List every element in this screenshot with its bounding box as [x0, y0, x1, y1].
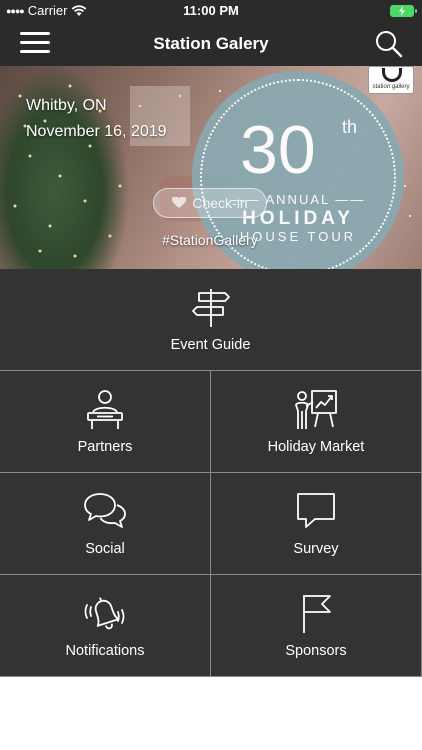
page-title: Station Galery	[153, 34, 269, 53]
hashtag-label: #StationGallery	[162, 232, 258, 248]
heart-icon	[172, 197, 187, 208]
signpost-icon	[191, 287, 231, 334]
station-gallery-logo: station gallery	[368, 66, 414, 94]
notifications-tile[interactable]: Notifications	[0, 575, 211, 677]
event-date: November 16, 2019	[26, 123, 167, 140]
battery-icon	[390, 5, 417, 17]
badge-suffix: th	[342, 117, 358, 137]
social-tile[interactable]: Social	[0, 473, 211, 575]
status-time: 11:00 PM	[183, 3, 239, 18]
sponsors-tile[interactable]: Sponsors	[211, 575, 422, 677]
hero-banner: Whitby, ON November 16, 2019 30 th —— AN…	[0, 66, 422, 269]
bell-icon	[83, 593, 127, 638]
status-bar: ●●●● Carrier 11:00 PM	[0, 0, 422, 22]
holiday-market-tile[interactable]: Holiday Market	[211, 371, 422, 473]
check-in-label: Check-in	[192, 195, 248, 211]
navigation-bar: Station Galery	[0, 22, 422, 66]
search-icon[interactable]	[374, 29, 404, 59]
chat-bubbles-icon	[83, 491, 127, 536]
survey-label: Survey	[293, 541, 339, 557]
event-guide-tile[interactable]: Event Guide	[0, 269, 422, 371]
social-label: Social	[85, 541, 125, 557]
speech-bubble-icon	[295, 491, 337, 536]
holiday-market-label: Holiday Market	[267, 439, 365, 455]
desk-person-icon	[85, 389, 125, 436]
menu-grid: Event Guide Partners Holiday Market Soci…	[0, 269, 422, 677]
flag-icon	[298, 593, 334, 640]
partners-tile[interactable]: Partners	[0, 371, 211, 473]
event-location: Whitby, ON	[26, 97, 107, 114]
check-in-button[interactable]: Check-in	[153, 188, 267, 218]
sponsors-label: Sponsors	[285, 643, 347, 659]
notifications-label: Notifications	[65, 643, 145, 659]
presentation-icon	[294, 389, 338, 436]
event-guide-label: Event Guide	[170, 337, 251, 353]
partners-label: Partners	[77, 439, 133, 455]
badge-number: 30	[240, 112, 316, 188]
survey-tile[interactable]: Survey	[211, 473, 422, 575]
